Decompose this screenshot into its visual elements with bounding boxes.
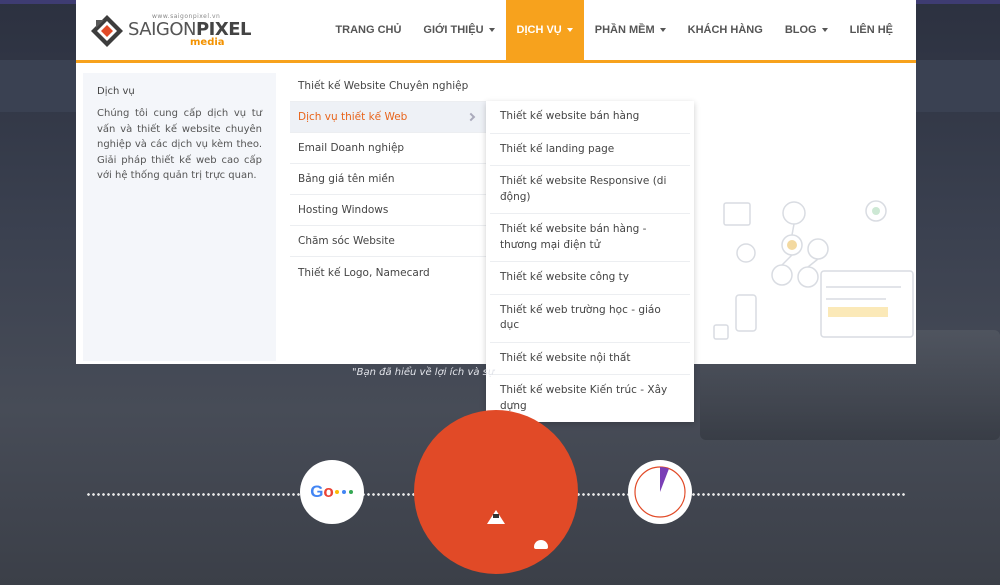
bubble-icon [534, 540, 548, 549]
submenu-item-label: Thiết kế website công ty [500, 271, 629, 283]
intro-text: Chúng tôi cung cấp dịch vụ tư vấn và thi… [97, 108, 262, 181]
chevron-down-icon [566, 28, 573, 32]
submenu-item-label: Thiết kế website Responsive (di động) [500, 175, 667, 203]
submenu-item[interactable]: Thiết kế website bán hàng - thương mại đ… [490, 214, 690, 262]
menu-item-website-chuyen-nghiep[interactable]: Thiết kế Website Chuyên nghiệp [290, 71, 486, 102]
logo-cube-icon [91, 15, 123, 47]
nav-trang-chu[interactable]: TRANG CHỦ [324, 0, 412, 60]
menu-item-label: Dịch vụ thiết kế Web [298, 111, 408, 123]
hero-quote: "Bạn đã hiểu về lợi ích và sự [352, 367, 495, 378]
site-logo[interactable]: www.saigonpixel.vn SAIGONPIXEL media [90, 12, 252, 50]
menu-item-dich-vu-thiet-ke-web[interactable]: Dịch vụ thiết kế Web [290, 102, 486, 133]
clock-icon [634, 466, 686, 518]
mascot-icon [487, 510, 505, 524]
submenu-item-label: Thiết kế website bán hàng - thương mại đ… [500, 223, 647, 251]
menu-item-logo-namecard[interactable]: Thiết kế Logo, Namecard [290, 257, 486, 288]
menu-item-hosting[interactable]: Hosting Windows [290, 195, 486, 226]
mega-intro: Dịch vụ Chúng tôi cung cấp dịch vụ tư vấ… [83, 73, 276, 361]
chevron-right-icon [466, 112, 476, 122]
nav-label: GIỚI THIỆU [423, 24, 484, 36]
site-header: www.saigonpixel.vn SAIGONPIXEL media TRA… [76, 0, 916, 60]
google-dots-icon [334, 490, 353, 494]
menu-item-label: Bảng giá tên miền [298, 173, 395, 185]
nav-label: LIÊN HỆ [849, 24, 893, 36]
submenu-item-label: Thiết kế landing page [500, 142, 615, 155]
clock-circle[interactable] [628, 460, 692, 524]
menu-item-label: Thiết kế Logo, Namecard [298, 266, 430, 279]
logo-media: media [190, 37, 225, 48]
nav-gioi-thieu[interactable]: GIỚI THIỆU [412, 0, 505, 60]
nav-khach-hang[interactable]: KHÁCH HÀNG [677, 0, 774, 60]
submenu-web-design: Thiết kế website bán hàng Thiết kế landi… [486, 101, 694, 422]
service-list: Thiết kế Website Chuyên nghiệp Dịch vụ t… [290, 71, 486, 288]
nav-lien-he[interactable]: LIÊN HỆ [839, 0, 904, 60]
nav-label: KHÁCH HÀNG [687, 24, 763, 36]
google-letter-o: o [323, 482, 334, 501]
network-illustration-icon [713, 200, 914, 340]
nav-label: BLOG [784, 24, 817, 36]
nav-label: PHẦN MỀM [594, 24, 655, 36]
main-nav: TRANG CHỦ GIỚI THIỆU DỊCH VỤ PHẦN MỀM KH… [324, 0, 904, 60]
submenu-item[interactable]: Thiết kế website nội thất [490, 343, 690, 375]
chevron-down-icon [659, 28, 666, 32]
menu-item-cham-soc[interactable]: Chăm sóc Website [290, 226, 486, 257]
google-letter-g: G [310, 482, 324, 501]
submenu-item-label: Thiết kế website Kiến trúc - Xây dựng [500, 384, 668, 412]
nav-label: DỊCH VỤ [516, 24, 562, 36]
feature-circle[interactable] [414, 410, 578, 574]
submenu-item[interactable]: Thiết kế website Responsive (di động) [490, 166, 690, 214]
submenu-item[interactable]: Thiết kế website công ty [490, 262, 690, 295]
nav-label: TRANG CHỦ [335, 24, 402, 36]
nav-phan-mem[interactable]: PHẦN MỀM [584, 0, 677, 60]
submenu-item[interactable]: Thiết kế website bán hàng [490, 101, 690, 134]
chevron-down-icon [821, 28, 828, 32]
menu-item-email[interactable]: Email Doanh nghiệp [290, 133, 486, 164]
submenu-item-label: Thiết kế website nội thất [500, 351, 631, 364]
intro-title: Dịch vụ [97, 86, 135, 97]
menu-item-label: Email Doanh nghiệp [298, 142, 405, 154]
submenu-item[interactable]: Thiết kế web trường học - giáo dục [490, 295, 690, 343]
submenu-item-label: Thiết kế website bán hàng [500, 110, 640, 122]
submenu-item-label: Thiết kế web trường học - giáo dục [500, 303, 661, 332]
logo-brand-light: SAIGON [128, 19, 196, 40]
menu-item-label: Hosting Windows [298, 204, 389, 216]
menu-item-bang-gia-ten-mien[interactable]: Bảng giá tên miền [290, 164, 486, 195]
google-circle[interactable]: Go [300, 460, 364, 524]
submenu-item[interactable]: Thiết kế landing page [490, 134, 690, 166]
nav-dich-vu[interactable]: DỊCH VỤ [505, 0, 584, 60]
menu-item-label: Thiết kế Website Chuyên nghiệp [298, 80, 469, 92]
menu-item-label: Chăm sóc Website [298, 235, 395, 247]
nav-blog[interactable]: BLOG [774, 0, 839, 60]
chevron-down-icon [488, 28, 495, 32]
